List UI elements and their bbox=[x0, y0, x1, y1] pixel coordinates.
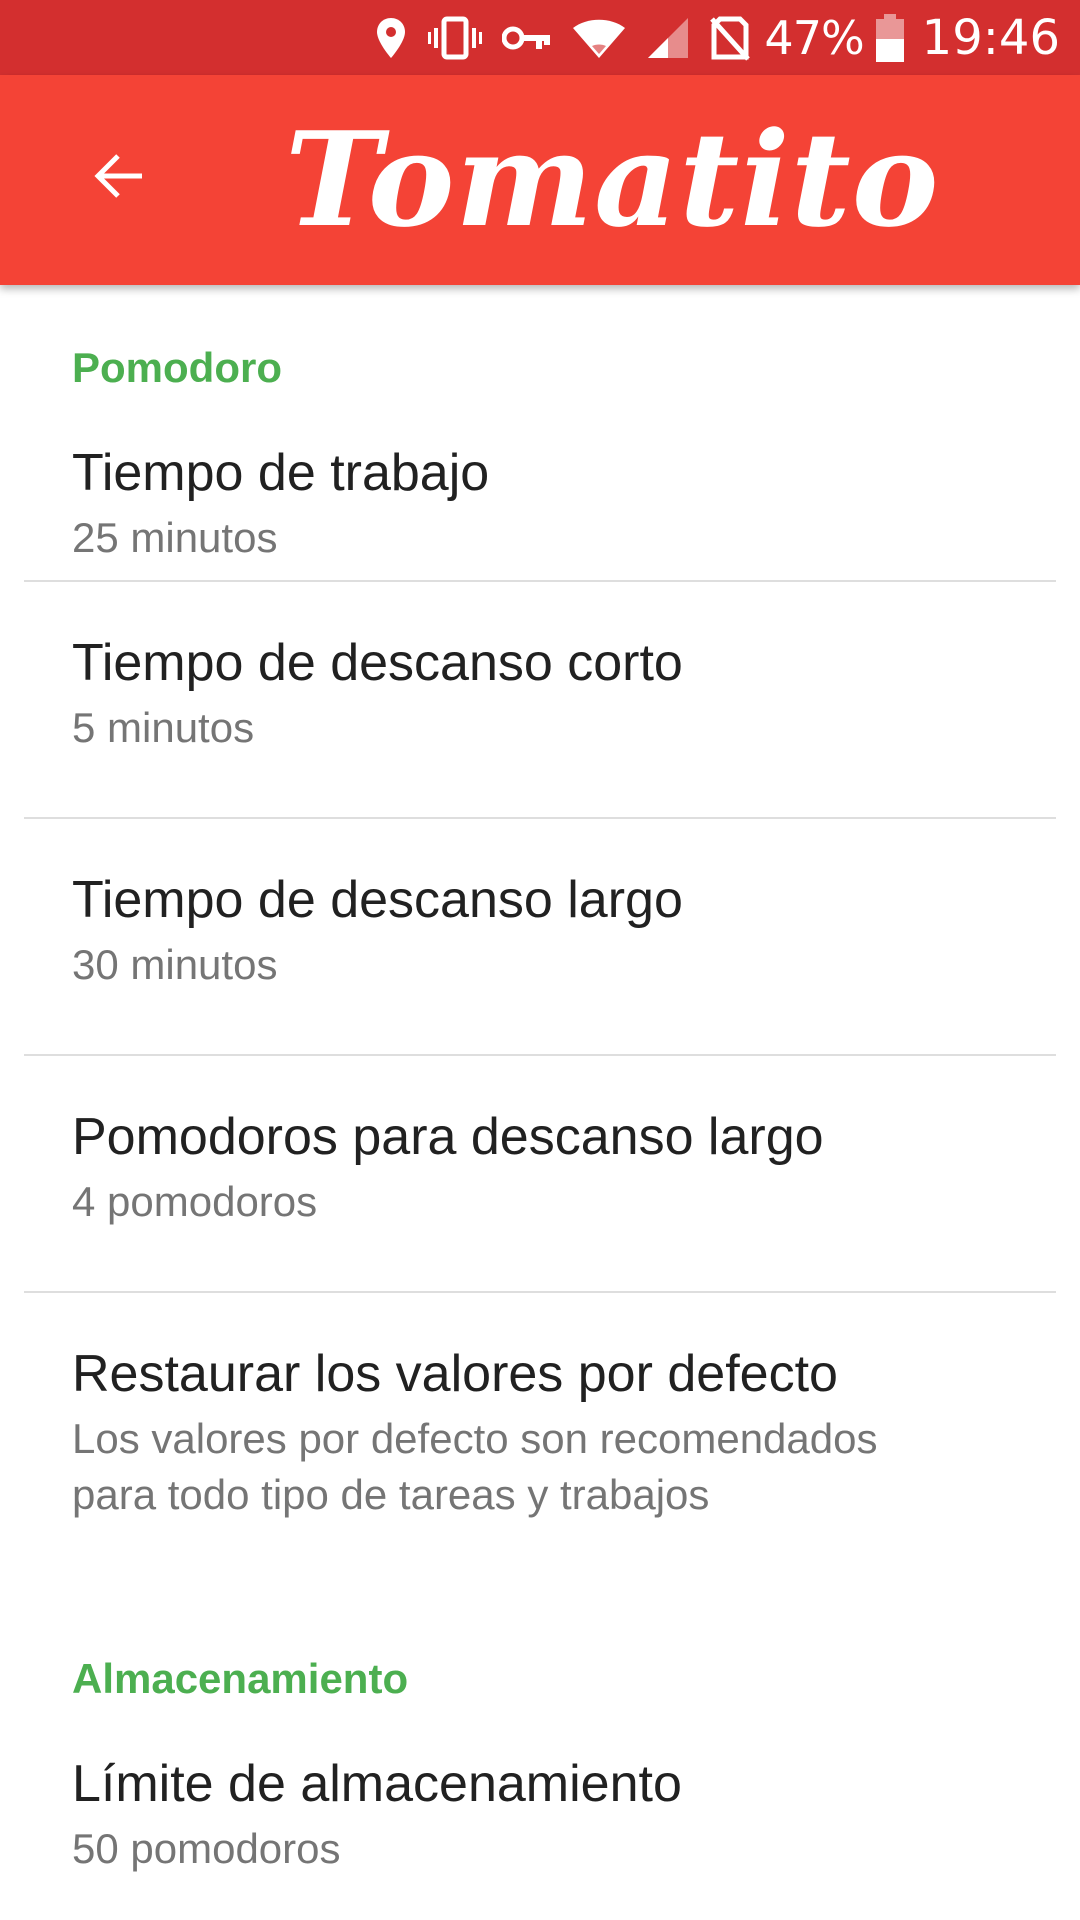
pref-summary: 30 minutos bbox=[72, 941, 278, 988]
vibrate-icon bbox=[428, 0, 483, 75]
pref-storage-limit[interactable]: Límite de almacenamiento 50 pomodoros bbox=[0, 1705, 1080, 1905]
section-header-pomodoro: Pomodoro bbox=[72, 344, 282, 391]
no-sim-icon bbox=[710, 0, 751, 75]
pref-summary-line: para todo tipo de tareas y trabajos bbox=[72, 1471, 710, 1518]
pref-restore-defaults[interactable]: Restaurar los valores por defecto Los va… bbox=[0, 1293, 1080, 1593]
app-bar: Tomatito bbox=[0, 75, 1080, 285]
pref-title: Tiempo de descanso corto bbox=[72, 634, 683, 692]
settings-list: Pomodoro Tiempo de trabajo 25 minutos Ti… bbox=[0, 285, 1080, 1905]
vpn-key-icon bbox=[502, 0, 552, 75]
pref-work-time[interactable]: Tiempo de trabajo 25 minutos bbox=[0, 394, 1080, 580]
pref-title: Límite de almacenamiento bbox=[72, 1755, 682, 1813]
wifi-icon bbox=[572, 0, 626, 75]
pref-summary: 25 minutos bbox=[72, 514, 278, 561]
app-title: Tomatito bbox=[285, 103, 940, 256]
signal-icon bbox=[646, 0, 690, 75]
pref-summary: 5 minutos bbox=[72, 704, 255, 751]
status-bar: 47% 19:46 bbox=[0, 0, 1080, 75]
pref-title: Pomodoros para descanso largo bbox=[72, 1108, 824, 1166]
pref-summary: 50 pomodoros bbox=[72, 1825, 341, 1872]
pref-title: Restaurar los valores por defecto bbox=[72, 1345, 838, 1403]
pref-summary: Los valores por defecto son recomendados… bbox=[72, 1411, 1020, 1523]
pref-summary: 4 pomodoros bbox=[72, 1178, 318, 1225]
pref-summary-line: Los valores por defecto son recomendados bbox=[72, 1415, 878, 1462]
status-icons: 47% 19:46 bbox=[354, 0, 1060, 75]
location-icon bbox=[374, 0, 408, 75]
back-button[interactable] bbox=[70, 128, 170, 228]
pref-long-break-time[interactable]: Tiempo de descanso largo 30 minutos bbox=[0, 819, 1080, 1054]
arrow-back-icon bbox=[94, 150, 146, 207]
clock-time: 19:46 bbox=[921, 9, 1060, 66]
pref-title: Tiempo de trabajo bbox=[72, 444, 490, 502]
section-header-storage: Almacenamiento bbox=[72, 1655, 409, 1702]
pref-pomodoros-for-long-break[interactable]: Pomodoros para descanso largo 4 pomodoro… bbox=[0, 1056, 1080, 1291]
pref-title: Tiempo de descanso largo bbox=[72, 871, 683, 929]
pref-short-break-time[interactable]: Tiempo de descanso corto 5 minutos bbox=[0, 582, 1080, 817]
battery-icon bbox=[875, 0, 904, 75]
battery-percent: 47% bbox=[764, 10, 864, 65]
